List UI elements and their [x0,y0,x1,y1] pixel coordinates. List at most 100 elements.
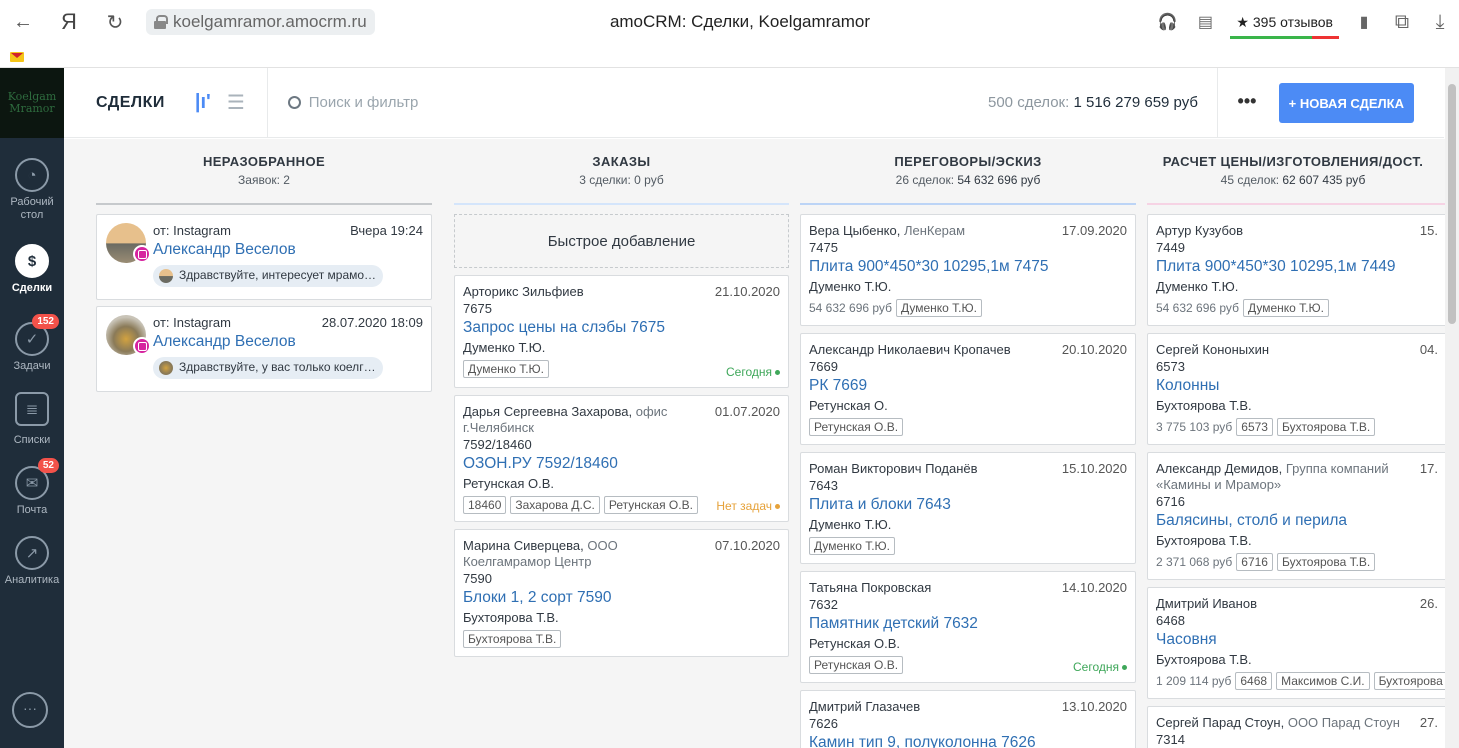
deal-card[interactable]: Артур Кузубов 15. 7449 Плита 900*450*30 1… [1147,214,1445,326]
download-icon[interactable]: ⤓ [1421,0,1459,44]
browser-toolbar: ← Я ↻ koelgamramor.amocrm.ru amoCRM: Сде… [0,0,1459,44]
deal-title-link[interactable]: Памятник детский 7632 [809,613,1127,635]
sidebar-item-label: Почта [16,504,48,516]
sidebar-item-mail[interactable]: ✉ 52 Почта [0,458,64,517]
deal-card[interactable]: Дмитрий Глазачев 13.10.2020 7626 Камин ти… [800,690,1136,748]
deals-icon: $ [15,244,49,278]
tag[interactable]: 6468 [1235,672,1273,690]
headphones-icon[interactable]: 🎧 [1148,0,1186,44]
tag[interactable]: Думенко Т.Ю. [809,537,895,555]
inbox-message[interactable]: Здравствуйте, интересует мрамо… [153,265,383,287]
deal-title-link[interactable]: ОЗОН.РУ 7592/18460 [463,453,780,475]
deal-card[interactable]: Роман Викторович Поданёв 15.10.2020 7643 … [800,452,1136,564]
tag[interactable]: 6716 [1236,553,1273,571]
deal-title-link[interactable]: Блоки 1, 2 сорт 7590 [463,587,780,609]
deal-title-link[interactable]: Запрос цены на слэбы 7675 [463,317,780,339]
column-pricing: РАСЧЕТ ЦЕНЫ/ИЗГОТОВЛЕНИЯ/ДОСТ. 45 сделок… [1147,139,1445,748]
sidebar-item-deals[interactable]: $ Сделки [0,244,64,295]
deal-card[interactable]: Сергей Кононыхин 04. 6573 Колонны Бухтояр… [1147,333,1445,445]
deal-card[interactable]: Арторикс Зильфиев 21.10.2020 7675 Запрос … [454,275,789,388]
task-status: Сегодня [726,365,780,379]
reviews-badge[interactable]: ★ 395 отзывов [1224,14,1345,39]
deal-card[interactable]: Сергей Парад Стоун, ООО Парад Стоун 27. 7… [1147,706,1445,748]
view-toggle: |ı' ☰ [195,90,245,115]
tag[interactable]: Захарова Д.С. [510,496,600,514]
deal-budget: 2 371 068 руб [1156,555,1233,569]
company-name: ООО Парад Стоун [1284,715,1400,730]
page-scrollbar[interactable] [1445,68,1459,748]
reload-icon[interactable]: ↻ [92,0,138,44]
kanban-view-icon[interactable]: |ı' [195,91,211,114]
column-count: 26 сделок: 54 632 696 руб [800,173,1136,187]
tag[interactable]: Максимов С.И. [1276,672,1370,690]
search-placeholder: Поиск и фильтр [308,94,419,111]
search-filter[interactable]: Поиск и фильтр [287,94,419,111]
contact-name: Вера Цыбенко, [809,223,901,238]
tag[interactable]: Бухтоярова Т.В. [463,630,562,648]
totals-value: 1 516 279 659 руб [1073,94,1198,111]
inbox-message[interactable]: Здравствуйте, у вас только коелг… [153,357,383,379]
chat-icon[interactable]: ··· [12,692,48,728]
deal-title-link[interactable]: Камин тип 9, полуколонна 7626 [809,732,1127,748]
bookmark-icon[interactable]: ▮ [1345,0,1383,44]
deal-title-link[interactable]: Балясины, столб и перила [1156,510,1445,532]
back-arrow-icon[interactable]: ← [0,0,46,44]
collections-icon[interactable]: ⧉ [1383,0,1421,44]
inbox-time: 28.07.2020 18:09 [321,315,423,330]
new-deal-button[interactable]: + НОВАЯ СДЕЛКА [1278,83,1414,123]
inbox-contact-link[interactable]: Александр Веселов [153,333,296,351]
sidebar-item-analytics[interactable]: ↗ Аналитика [0,536,64,587]
tag[interactable]: Ретунская О.В. [809,656,904,674]
column-underline [1147,203,1445,205]
sidebar-item-dashboard[interactable]: ◔ Рабочий стол [0,158,64,222]
sidebar-item-label: Аналитика [4,574,60,586]
deal-title-link[interactable]: Плита 900*450*30 10295,1м 7475 [809,256,1127,278]
deal-number: 7643 [809,478,838,493]
deal-card[interactable]: Дмитрий Иванов 26. 6468 Часовня Бухтояров… [1147,587,1445,699]
more-menu-button[interactable]: ••• [1230,86,1264,120]
tag[interactable]: Думенко Т.Ю. [1242,299,1329,317]
inbox-card[interactable]: от: Instagram Вчера 19:24 Александр Весе… [96,214,432,300]
list-view-icon[interactable]: ☰ [227,90,245,115]
deal-card[interactable]: Вера Цыбенко, ЛенКерам 17.09.2020 7475 Пл… [800,214,1136,326]
tag[interactable]: Думенко Т.Ю. [895,299,982,317]
status-dot-icon [1122,665,1127,671]
deal-title-link[interactable]: Плита 900*450*30 10295,1м 7449 [1156,256,1445,278]
inbox-source: от: Instagram [153,315,231,330]
company-logo[interactable]: Koelgam Mramor [0,68,64,138]
reader-mode-icon[interactable]: ▤ [1186,0,1224,44]
inbox-card[interactable]: от: Instagram 28.07.2020 18:09 Александр… [96,306,432,392]
deal-title-link[interactable]: Часовня [1156,629,1445,651]
contact-name: Дмитрий Глазачев [809,699,921,714]
tag[interactable]: Ретунская О.В. [603,496,698,514]
deal-card[interactable]: Татьяна Покровская 14.10.2020 7632 Памятн… [800,571,1136,683]
deal-card[interactable]: Марина Сиверцева, ООО Коелгамрамор Центр… [454,529,789,657]
lists-icon: ≣ [15,392,49,426]
tag[interactable]: 18460 [463,496,507,514]
inbox-contact-link[interactable]: Александр Веселов [153,241,296,259]
tag[interactable]: Ретунская О.В. [809,418,904,436]
scrollbar-thumb[interactable] [1448,84,1456,324]
deal-title-link[interactable]: Плита и блоки 7643 [809,494,1127,516]
deal-card[interactable]: Александр Николаевич Кропачев 20.10.2020 … [800,333,1136,445]
deal-title-link[interactable]: Колонны [1156,375,1445,397]
search-icon [287,96,301,109]
deal-title-link[interactable]: РК 7669 [809,375,1127,397]
tag[interactable]: Бухтоярова [1373,672,1445,690]
tag[interactable]: Думенко Т.Ю. [463,360,549,378]
sidebar-item-lists[interactable]: ≣ Списки [0,392,64,447]
tag[interactable]: Бухтоярова Т.В. [1276,553,1376,571]
responsible-user: Бухтоярова Т.В. [1156,533,1252,548]
inbox-time: Вчера 19:24 [350,223,423,238]
deal-card[interactable]: Александр Демидов, Группа компаний «Ками… [1147,452,1445,580]
quick-add-button[interactable]: Быстрое добавление [454,214,789,268]
yandex-logo-icon[interactable]: Я [46,0,92,44]
address-bar[interactable]: koelgamramor.amocrm.ru [146,9,375,35]
tag[interactable]: 6573 [1236,418,1273,436]
tag[interactable]: Бухтоярова Т.В. [1276,418,1376,436]
sidebar-item-tasks[interactable]: ✓ 152 Задачи [0,314,64,373]
instagram-icon [133,245,151,263]
responsible-user: Думенко Т.Ю. [809,517,892,532]
deal-card[interactable]: Дарья Сергеевна Захарова, офис г.Челябин… [454,395,789,522]
gmail-bookmark-icon[interactable] [10,52,24,62]
